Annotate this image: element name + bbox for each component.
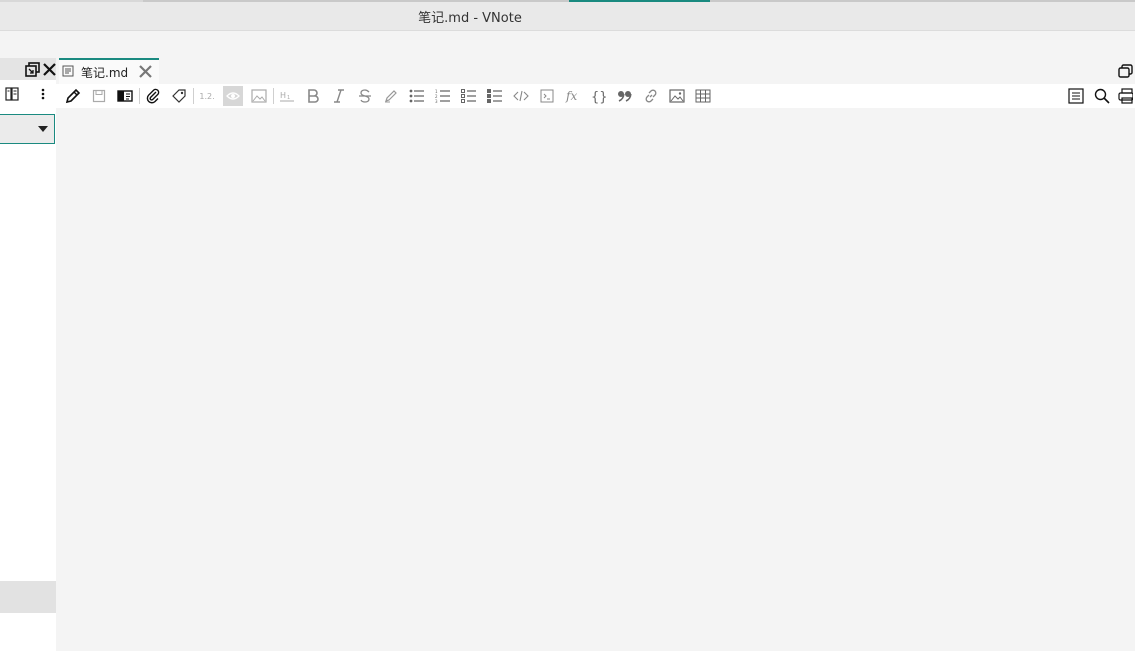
- tab-label: 笔记.md: [81, 65, 129, 80]
- tag-icon[interactable]: [169, 86, 189, 106]
- code-block-icon[interactable]: [537, 86, 557, 106]
- italic-icon[interactable]: [329, 86, 349, 106]
- document-icon: [62, 65, 74, 80]
- active-window-indicator: [569, 0, 710, 2]
- tab-bar: 笔记.md: [56, 58, 1135, 84]
- view-mode-icon[interactable]: [115, 86, 135, 106]
- link-icon[interactable]: [641, 86, 661, 106]
- bold-icon[interactable]: [303, 86, 323, 106]
- math-block-icon[interactable]: {}: [589, 86, 609, 106]
- title-bar: 笔记.md - VNote: [0, 0, 1135, 31]
- preview-icon[interactable]: [223, 86, 243, 106]
- close-icon[interactable]: [41, 60, 57, 78]
- numbering-icon[interactable]: 1.2.: [197, 86, 217, 106]
- image-icon[interactable]: [249, 86, 269, 106]
- strikethrough-icon[interactable]: [355, 86, 375, 106]
- quote-icon[interactable]: [615, 86, 635, 106]
- close-icon[interactable]: [138, 64, 153, 82]
- todo-list-icon[interactable]: [459, 86, 479, 106]
- window-title: 笔记.md - VNote: [418, 11, 522, 26]
- highlight-icon[interactable]: [381, 86, 401, 106]
- print-icon[interactable]: [1117, 86, 1133, 106]
- left-panel: [0, 58, 56, 651]
- save-icon[interactable]: [89, 86, 109, 106]
- checked-list-icon[interactable]: [485, 86, 505, 106]
- svg-text:H: H: [280, 91, 286, 100]
- dock-icon[interactable]: [23, 60, 41, 78]
- editor-area[interactable]: [56, 108, 1135, 651]
- notebook-icon[interactable]: [3, 86, 21, 102]
- outline-icon[interactable]: [1066, 86, 1086, 106]
- bullet-list-icon[interactable]: [407, 86, 427, 106]
- edit-icon[interactable]: [63, 86, 83, 106]
- inline-code-icon[interactable]: [511, 86, 531, 106]
- restore-window-icon[interactable]: [1118, 64, 1133, 81]
- table-icon[interactable]: [693, 86, 713, 106]
- svg-text:fx: fx: [565, 89, 577, 103]
- left-panel-header: [0, 58, 56, 80]
- math-icon[interactable]: fx: [563, 86, 583, 106]
- title-bar-top-line: [0, 0, 1135, 2]
- svg-text:3: 3: [435, 99, 438, 103]
- attachment-icon[interactable]: [143, 86, 163, 106]
- dropdown-arrow-icon: [38, 126, 48, 132]
- tab-note[interactable]: 笔记.md: [59, 58, 159, 84]
- numbering-label: 1.2.: [199, 91, 215, 101]
- notebook-selector[interactable]: [0, 114, 55, 144]
- numbered-list-icon[interactable]: 123: [433, 86, 453, 106]
- svg-text:{}: {}: [591, 90, 607, 104]
- search-icon[interactable]: [1092, 86, 1112, 106]
- editor-toolbar: 1.2. H1 123 fx {}: [56, 84, 1135, 108]
- heading-icon[interactable]: H1: [277, 86, 297, 106]
- insert-image-icon[interactable]: [667, 86, 687, 106]
- left-panel-footer: [0, 581, 56, 613]
- svg-text:1: 1: [287, 95, 290, 101]
- more-vertical-icon[interactable]: [36, 86, 50, 102]
